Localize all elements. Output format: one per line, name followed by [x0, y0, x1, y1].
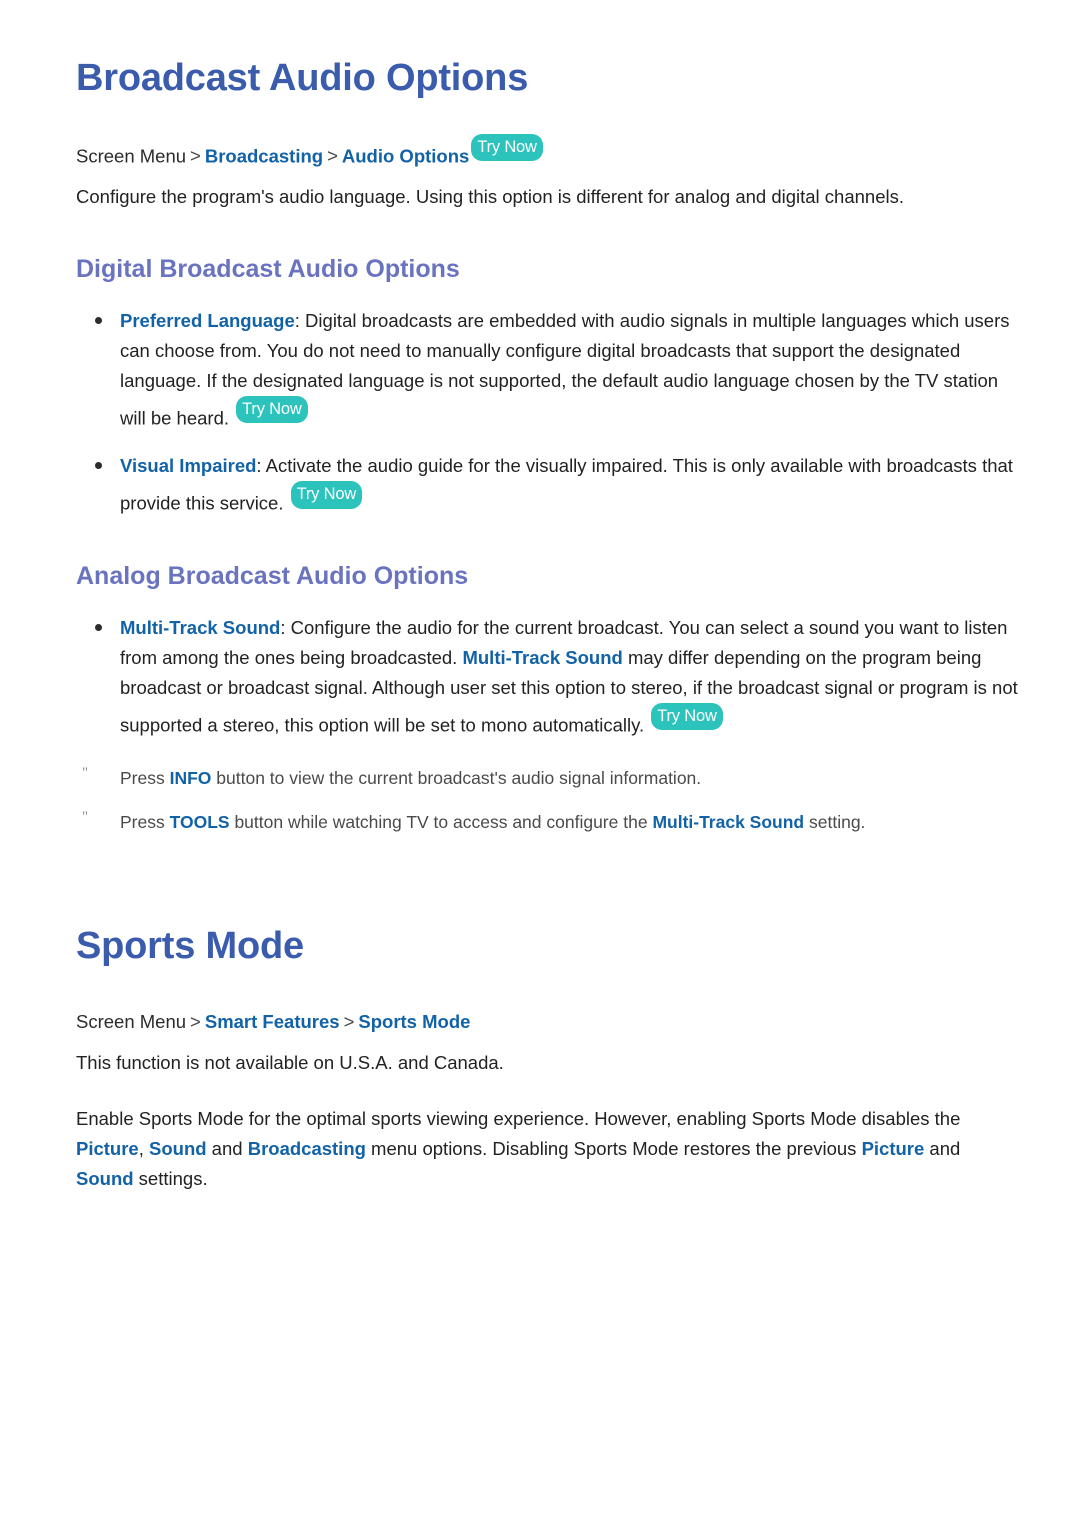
option-term-preferred-language[interactable]: Preferred Language	[120, 310, 295, 331]
breadcrumb-separator-icon: >	[343, 1011, 355, 1032]
note-tools-button: " Press TOOLS button while watching TV to…	[76, 808, 1018, 836]
bullet-dot-icon	[95, 462, 102, 470]
breadcrumb-separator-icon: >	[190, 1011, 201, 1032]
try-now-badge[interactable]: Try Now	[236, 395, 308, 424]
bullet-dot-icon	[95, 317, 102, 325]
option-term-multi-track-sound[interactable]: Multi-Track Sound	[120, 617, 280, 638]
note-marker-icon: "	[82, 765, 89, 782]
breadcrumb-separator-icon: >	[327, 145, 338, 167]
document-page: Broadcast Audio Options Screen Menu > Broa…	[0, 0, 1080, 1527]
subheading-analog-broadcast-audio-options: Analog Broadcast Audio Options	[76, 561, 469, 590]
notes-list: " Press INFO button to view the current b…	[76, 764, 1018, 836]
subheading-digital-broadcast-audio-options: Digital Broadcast Audio Options	[76, 255, 460, 284]
inline-link-picture-2[interactable]: Picture	[862, 1138, 925, 1159]
description-part-6: settings.	[133, 1167, 208, 1189]
breadcrumb-item-sports-mode[interactable]: Sports Mode	[358, 1011, 470, 1032]
inline-link-broadcasting[interactable]: Broadcasting	[248, 1138, 366, 1159]
description-part-1: Enable Sports Mode for the optimal sport…	[76, 1107, 961, 1129]
note-marker-icon: "	[82, 809, 89, 826]
bullet-dot-icon	[95, 623, 102, 631]
note-key-tools[interactable]: TOOLS	[170, 812, 230, 832]
breadcrumb-separator-icon: >	[190, 145, 201, 167]
breadcrumb-sports-mode: Screen Menu > Smart Features > Sports Mode	[76, 1008, 1018, 1036]
try-now-badge[interactable]: Try Now	[651, 702, 723, 731]
note-text-prefix: Press	[120, 768, 170, 789]
option-term-visual-impaired[interactable]: Visual Impaired	[120, 455, 256, 476]
note-link-multi-track-sound[interactable]: Multi-Track Sound	[652, 812, 804, 832]
inline-link-picture[interactable]: Picture	[76, 1138, 139, 1159]
page-title-broadcast-audio-options: Broadcast Audio Options	[76, 57, 529, 99]
breadcrumb-item-audio-options[interactable]: Audio Options	[342, 145, 469, 166]
note-text-suffix: button to view the current broadcast's a…	[211, 768, 702, 789]
bullet-list-digital: Preferred Language: Digital broadcasts a…	[76, 306, 1018, 519]
sports-mode-description: Enable Sports Mode for the optimal sport…	[76, 1104, 1018, 1194]
inline-link-sound-2[interactable]: Sound	[76, 1168, 134, 1189]
breadcrumb-item-smart-features[interactable]: Smart Features	[205, 1011, 340, 1032]
section-divider-space	[76, 852, 1018, 926]
note-text-prefix: Press	[120, 812, 170, 833]
bullet-list-analog: Multi-Track Sound: Configure the audio f…	[76, 613, 1018, 740]
note-key-info[interactable]: INFO	[170, 768, 212, 788]
try-now-badge[interactable]: Try Now	[290, 481, 363, 509]
description-part-5: and	[924, 1137, 961, 1159]
description-part-3: and	[206, 1137, 248, 1159]
list-item: Preferred Language: Digital broadcasts a…	[76, 306, 1018, 433]
try-now-badge[interactable]: Try Now	[471, 133, 543, 162]
breadcrumb-broadcast-audio-options: Screen Menu > Broadcasting > Audio Options Tr…	[76, 133, 1018, 170]
list-item: Multi-Track Sound: Configure the audio f…	[76, 613, 1018, 740]
inline-link-multi-track-sound[interactable]: Multi-Track Sound	[462, 647, 622, 668]
intro-paragraph: Configure the program's audio language. …	[76, 186, 905, 208]
note-info-button: " Press INFO button to view the current b…	[76, 764, 1018, 792]
availability-note: This function is not available on U.S.A.…	[76, 1051, 504, 1073]
breadcrumb-root: Screen Menu	[76, 1011, 187, 1032]
inline-link-sound[interactable]: Sound	[149, 1138, 207, 1159]
description-part-2: ,	[138, 1137, 149, 1159]
note-text-suffix: setting.	[804, 812, 866, 833]
note-text-middle: button while watching TV to access and c…	[229, 812, 653, 833]
list-item: Visual Impaired: Activate the audio guid…	[76, 451, 1018, 518]
breadcrumb-item-broadcasting[interactable]: Broadcasting	[205, 145, 323, 166]
breadcrumb-root: Screen Menu	[76, 145, 187, 167]
description-part-4: menu options. Disabling Sports Mode rest…	[365, 1137, 862, 1159]
page-title-sports-mode: Sports Mode	[76, 925, 304, 968]
